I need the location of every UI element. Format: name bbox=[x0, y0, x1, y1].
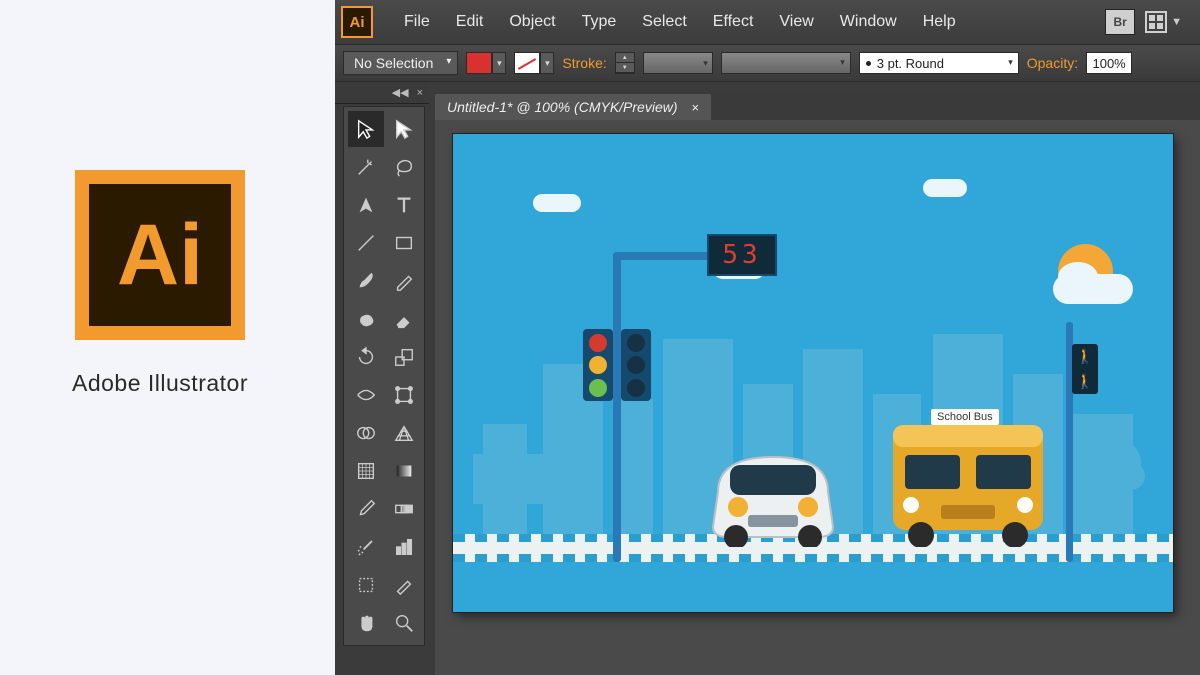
symbol-sprayer-tool[interactable] bbox=[348, 529, 384, 565]
magic-wand-tool[interactable] bbox=[348, 149, 384, 185]
menu-type[interactable]: Type bbox=[569, 9, 630, 35]
type-tool[interactable] bbox=[386, 187, 422, 223]
ped-go-icon: 🚶 bbox=[1072, 369, 1098, 394]
shape-builder-tool[interactable] bbox=[348, 415, 384, 451]
slice-tool[interactable] bbox=[386, 567, 422, 603]
gradient-tool[interactable] bbox=[386, 453, 422, 489]
mesh-tool[interactable] bbox=[348, 453, 384, 489]
variable-width-profile[interactable] bbox=[721, 52, 851, 74]
menu-window[interactable]: Window bbox=[827, 9, 910, 35]
width-tool[interactable] bbox=[348, 377, 384, 413]
lasso-tool[interactable] bbox=[386, 149, 422, 185]
traffic-light-right bbox=[621, 329, 651, 401]
paintbrush-tool[interactable] bbox=[348, 263, 384, 299]
tools-panel bbox=[343, 106, 425, 646]
rotate-tool[interactable] bbox=[348, 339, 384, 375]
menu-file[interactable]: File bbox=[391, 9, 443, 35]
chevron-down-icon: ▼ bbox=[1171, 16, 1182, 28]
free-transform-tool[interactable] bbox=[386, 377, 422, 413]
ai-logo-text: Ai bbox=[117, 212, 203, 298]
product-name: Adobe Illustrator bbox=[30, 370, 290, 397]
pedestrian-light: 🚶 🚶 bbox=[1072, 344, 1098, 394]
stroke-label: Stroke: bbox=[562, 55, 606, 71]
selection-indicator[interactable]: No Selection bbox=[343, 51, 458, 75]
eyedropper-tool[interactable] bbox=[348, 491, 384, 527]
scale-tool[interactable] bbox=[386, 339, 422, 375]
document-tab-title: Untitled-1* @ 100% (CMYK/Preview) bbox=[447, 99, 678, 115]
stroke-dropdown[interactable]: ▾ bbox=[540, 52, 554, 74]
brush-definition[interactable]: 3 pt. Round bbox=[859, 52, 1019, 74]
rectangle-tool[interactable] bbox=[386, 225, 422, 261]
perspective-grid-tool[interactable] bbox=[386, 415, 422, 451]
cloud-shape bbox=[1058, 262, 1098, 292]
menu-edit[interactable]: Edit bbox=[443, 9, 497, 35]
stroke-swatch[interactable] bbox=[514, 52, 540, 74]
panel-strip: ◀◀ × bbox=[335, 82, 429, 104]
document-tab-bar: Untitled-1* @ 100% (CMYK/Preview) × bbox=[435, 92, 1200, 120]
car-shape bbox=[698, 437, 848, 550]
hand-tool[interactable] bbox=[348, 605, 384, 641]
menu-object[interactable]: Object bbox=[496, 9, 568, 35]
line-segment-tool[interactable] bbox=[348, 225, 384, 261]
workspace-icon bbox=[1145, 11, 1167, 33]
direct-selection-tool[interactable] bbox=[386, 111, 422, 147]
selection-tool[interactable] bbox=[348, 111, 384, 147]
illustrator-window: Ai File Edit Object Type Select Effect V… bbox=[335, 0, 1200, 675]
workspace-switcher[interactable]: ▼ bbox=[1145, 11, 1182, 33]
app-icon[interactable]: Ai bbox=[341, 6, 373, 38]
zoom-tool[interactable] bbox=[386, 605, 422, 641]
eraser-tool[interactable] bbox=[386, 301, 422, 337]
bridge-button[interactable]: Br bbox=[1105, 9, 1135, 35]
document-tab[interactable]: Untitled-1* @ 100% (CMYK/Preview) × bbox=[435, 94, 711, 120]
menu-view[interactable]: View bbox=[766, 9, 826, 35]
stroke-weight-spinner[interactable]: ▲▼ bbox=[615, 52, 635, 74]
bus-shape: School Bus bbox=[883, 407, 1053, 550]
column-graph-tool[interactable] bbox=[386, 529, 422, 565]
menu-effect[interactable]: Effect bbox=[700, 9, 767, 35]
stroke-weight-dropdown[interactable] bbox=[643, 52, 713, 74]
brush-dot-icon bbox=[866, 61, 871, 66]
blob-brush-tool[interactable] bbox=[348, 301, 384, 337]
pen-tool[interactable] bbox=[348, 187, 384, 223]
close-tab-icon[interactable]: × bbox=[692, 100, 700, 115]
brush-preset-label: 3 pt. Round bbox=[877, 56, 944, 71]
artboard[interactable]: 53 🚶 🚶 bbox=[453, 134, 1173, 612]
control-bar: No Selection ▾ ▾ Stroke: ▲▼ 3 pt. Round … bbox=[335, 44, 1200, 82]
pole-shape bbox=[613, 252, 621, 562]
opacity-value[interactable]: 100% bbox=[1086, 52, 1132, 74]
artboard-tool[interactable] bbox=[348, 567, 384, 603]
fill-dropdown[interactable]: ▾ bbox=[492, 52, 506, 74]
close-panel-icon[interactable]: × bbox=[417, 87, 423, 99]
billboard-shape bbox=[473, 454, 563, 534]
opacity-label: Opacity: bbox=[1027, 55, 1078, 71]
ped-stop-icon: 🚶 bbox=[1072, 344, 1098, 369]
pencil-tool[interactable] bbox=[386, 263, 422, 299]
menubar: Ai File Edit Object Type Select Effect V… bbox=[335, 0, 1200, 44]
canvas-area[interactable]: 53 🚶 🚶 bbox=[435, 120, 1200, 675]
fill-swatch[interactable] bbox=[466, 52, 492, 74]
promo-panel: Ai Adobe Illustrator bbox=[0, 0, 335, 675]
cloud-shape bbox=[923, 179, 967, 197]
menu-help[interactable]: Help bbox=[910, 9, 969, 35]
collapse-panel-icon[interactable]: ◀◀ bbox=[392, 86, 409, 99]
traffic-light-left bbox=[583, 329, 613, 401]
cloud-shape bbox=[533, 194, 581, 212]
ai-logo: Ai bbox=[75, 170, 245, 340]
menu-select[interactable]: Select bbox=[629, 9, 699, 35]
bus-label: School Bus bbox=[931, 409, 999, 425]
countdown-display: 53 bbox=[707, 234, 777, 276]
blend-tool[interactable] bbox=[386, 491, 422, 527]
tree-shape bbox=[1090, 421, 1145, 534]
